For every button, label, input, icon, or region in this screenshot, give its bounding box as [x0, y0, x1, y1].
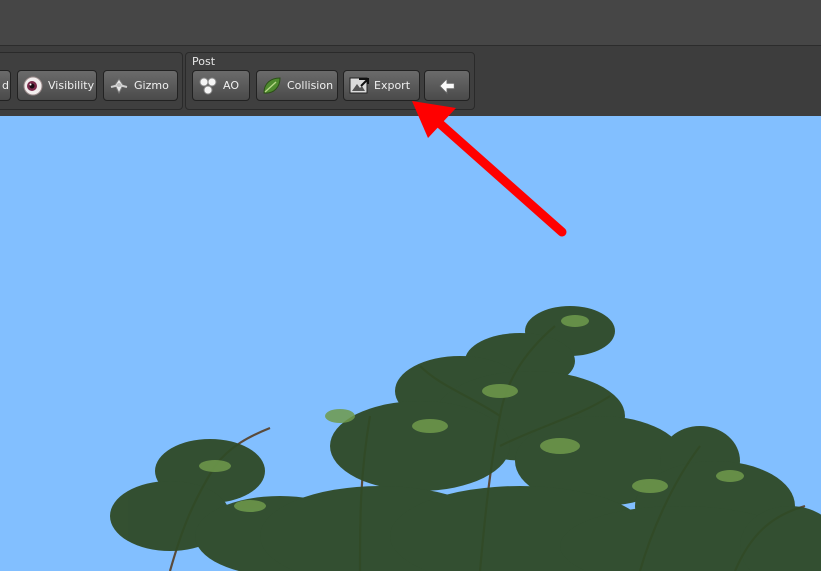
gizmo-button[interactable]: Gizmo: [103, 70, 178, 101]
tree-canopy-image: [110, 306, 821, 571]
visibility-button-label: Visibility: [48, 79, 95, 92]
partial-button-label: d: [2, 79, 9, 92]
gizmo-icon: [110, 77, 128, 94]
collision-button-label: Collision: [287, 79, 334, 92]
leaf-icon: [263, 76, 281, 94]
post-group-title: Post: [192, 55, 216, 68]
ao-button[interactable]: AO: [192, 70, 250, 101]
viewport[interactable]: [0, 116, 821, 571]
export-button-label: Export: [374, 79, 411, 92]
back-arrow-icon: [439, 77, 455, 94]
ao-button-label: AO: [223, 79, 239, 92]
collision-button[interactable]: Collision: [256, 70, 338, 101]
ao-spheres-icon: [199, 77, 217, 94]
export-image-icon: [349, 77, 369, 93]
back-button[interactable]: [424, 70, 470, 101]
visibility-button[interactable]: Visibility: [17, 70, 97, 101]
gizmo-button-label: Gizmo: [134, 79, 169, 92]
toolbar-group-post: Post AO Collision Export: [185, 52, 475, 110]
toolbar-group-display: d Visibility Gizmo: [0, 52, 183, 110]
toolbar: d Visibility Gizmo Post AO Collision Exp…: [0, 46, 821, 116]
export-button[interactable]: Export: [343, 70, 420, 101]
title-bar: [0, 0, 821, 46]
eye-icon: [23, 76, 43, 95]
partial-button[interactable]: d: [0, 70, 11, 101]
